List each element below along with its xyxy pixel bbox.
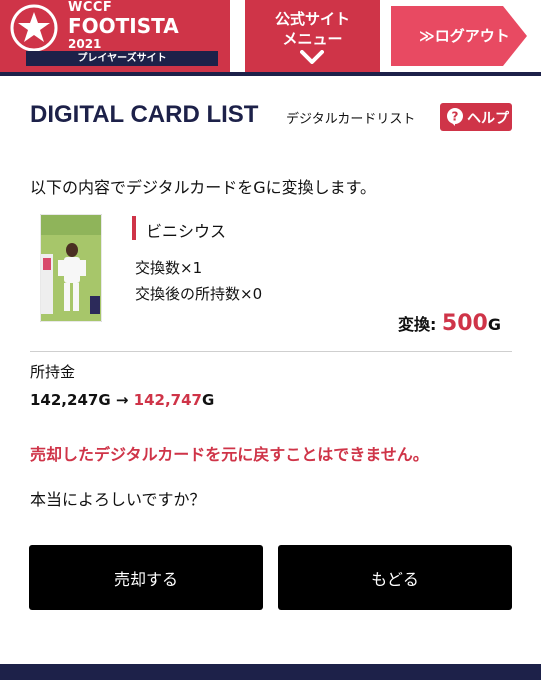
svg-text:?: ? (452, 110, 459, 124)
logo-year: 2021 (68, 37, 102, 51)
page-title: DIGITAL CARD LIST (30, 101, 259, 128)
money-after-value: 142,747 (133, 391, 202, 409)
sell-button[interactable]: 売却する (29, 545, 263, 610)
menu-label-line1: 公式サイト (274, 10, 350, 28)
back-button[interactable]: もどる (278, 545, 512, 610)
logout-button[interactable]: ≫ログアウト (391, 6, 527, 66)
conversion-unit: G (487, 315, 501, 334)
header-divider (0, 72, 541, 76)
post-exchange-count: 交換後の所持数×0 (135, 285, 263, 303)
logo-wccf: WCCF (68, 0, 113, 15)
intro-text: 以下の内容でデジタルカードをGに変換します。 (30, 178, 376, 197)
confirm-question: 本当によろしいですか？ (30, 490, 206, 509)
logout-label: ≫ログアウト (419, 27, 510, 45)
conversion-value: 500 (441, 311, 488, 336)
star-emblem-icon (10, 4, 58, 52)
money-before: 142,247G (30, 391, 111, 409)
conversion-label: 変換: (397, 315, 442, 334)
chevron-down-icon (300, 50, 324, 64)
help-button[interactable]: ? ヘルプ (440, 103, 512, 131)
logo-subtitle: プレイヤーズサイト (26, 51, 218, 66)
card-player-name: ビニシウス (146, 222, 227, 241)
footer-bar (0, 664, 541, 680)
page-subtitle: デジタルカードリスト (286, 112, 416, 127)
money-arrow: → (110, 391, 134, 409)
exchange-count: 交換数×1 (135, 259, 203, 277)
money-after-unit: G (201, 391, 215, 409)
section-divider (30, 351, 512, 352)
irreversible-warning: 売却したデジタルカードを元に戻すことはできません。 (30, 445, 429, 464)
player-card-image[interactable] (40, 214, 102, 322)
card-name-accent (132, 216, 136, 240)
official-site-menu-button[interactable]: 公式サイト メニュー (245, 0, 380, 72)
money-change: 142,247G → 142,747G (30, 391, 214, 409)
conversion-amount: 変換: 500G (398, 311, 501, 336)
money-label: 所持金 (30, 363, 76, 381)
question-icon: ? (447, 108, 463, 126)
help-label: ヘルプ (467, 111, 509, 127)
logo-footista: FOOTISTA (68, 14, 179, 38)
site-header: WCCF FOOTISTA 2021 プレイヤーズサイト 公式サイト メニュー … (0, 0, 541, 72)
footista-logo[interactable]: WCCF FOOTISTA 2021 プレイヤーズサイト (0, 0, 230, 72)
menu-label-line2: メニュー (282, 30, 343, 48)
